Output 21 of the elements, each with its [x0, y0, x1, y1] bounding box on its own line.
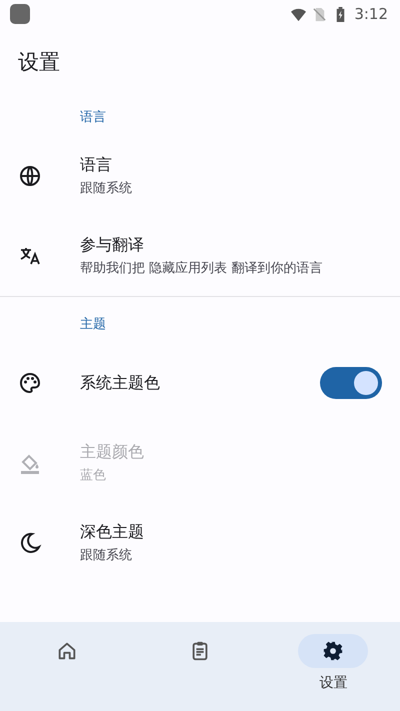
no-sim-icon — [312, 6, 328, 22]
setting-value: 跟随系统 — [80, 547, 133, 564]
clock-time: 3:12 — [354, 5, 388, 23]
settings-icon — [322, 640, 344, 662]
section-header: 主题 — [79, 316, 107, 334]
setting-value: 跟随系统 — [80, 180, 133, 197]
moon-icon — [18, 531, 42, 555]
nav-tab[interactable]: 设置 — [293, 634, 374, 711]
setting-title[interactable]: 深色主题 — [80, 522, 382, 543]
setting-value: 蓝色 — [80, 467, 107, 484]
setting-value: 帮助我们把 隐藏应用列表 翻译到你的语言 — [80, 260, 324, 277]
section-header: 语言 — [79, 109, 107, 127]
wifi-icon — [291, 6, 306, 22]
toggle-switch[interactable] — [320, 367, 382, 399]
setting-title[interactable]: 参与翻译 — [80, 235, 382, 256]
globe-icon — [18, 164, 42, 188]
page-title: 设置 — [17, 49, 61, 76]
setting-title[interactable]: 语言 — [80, 155, 382, 176]
setting-title[interactable]: 系统主题色 — [80, 372, 320, 394]
palette-icon — [18, 371, 42, 395]
app-icon — [10, 4, 30, 24]
